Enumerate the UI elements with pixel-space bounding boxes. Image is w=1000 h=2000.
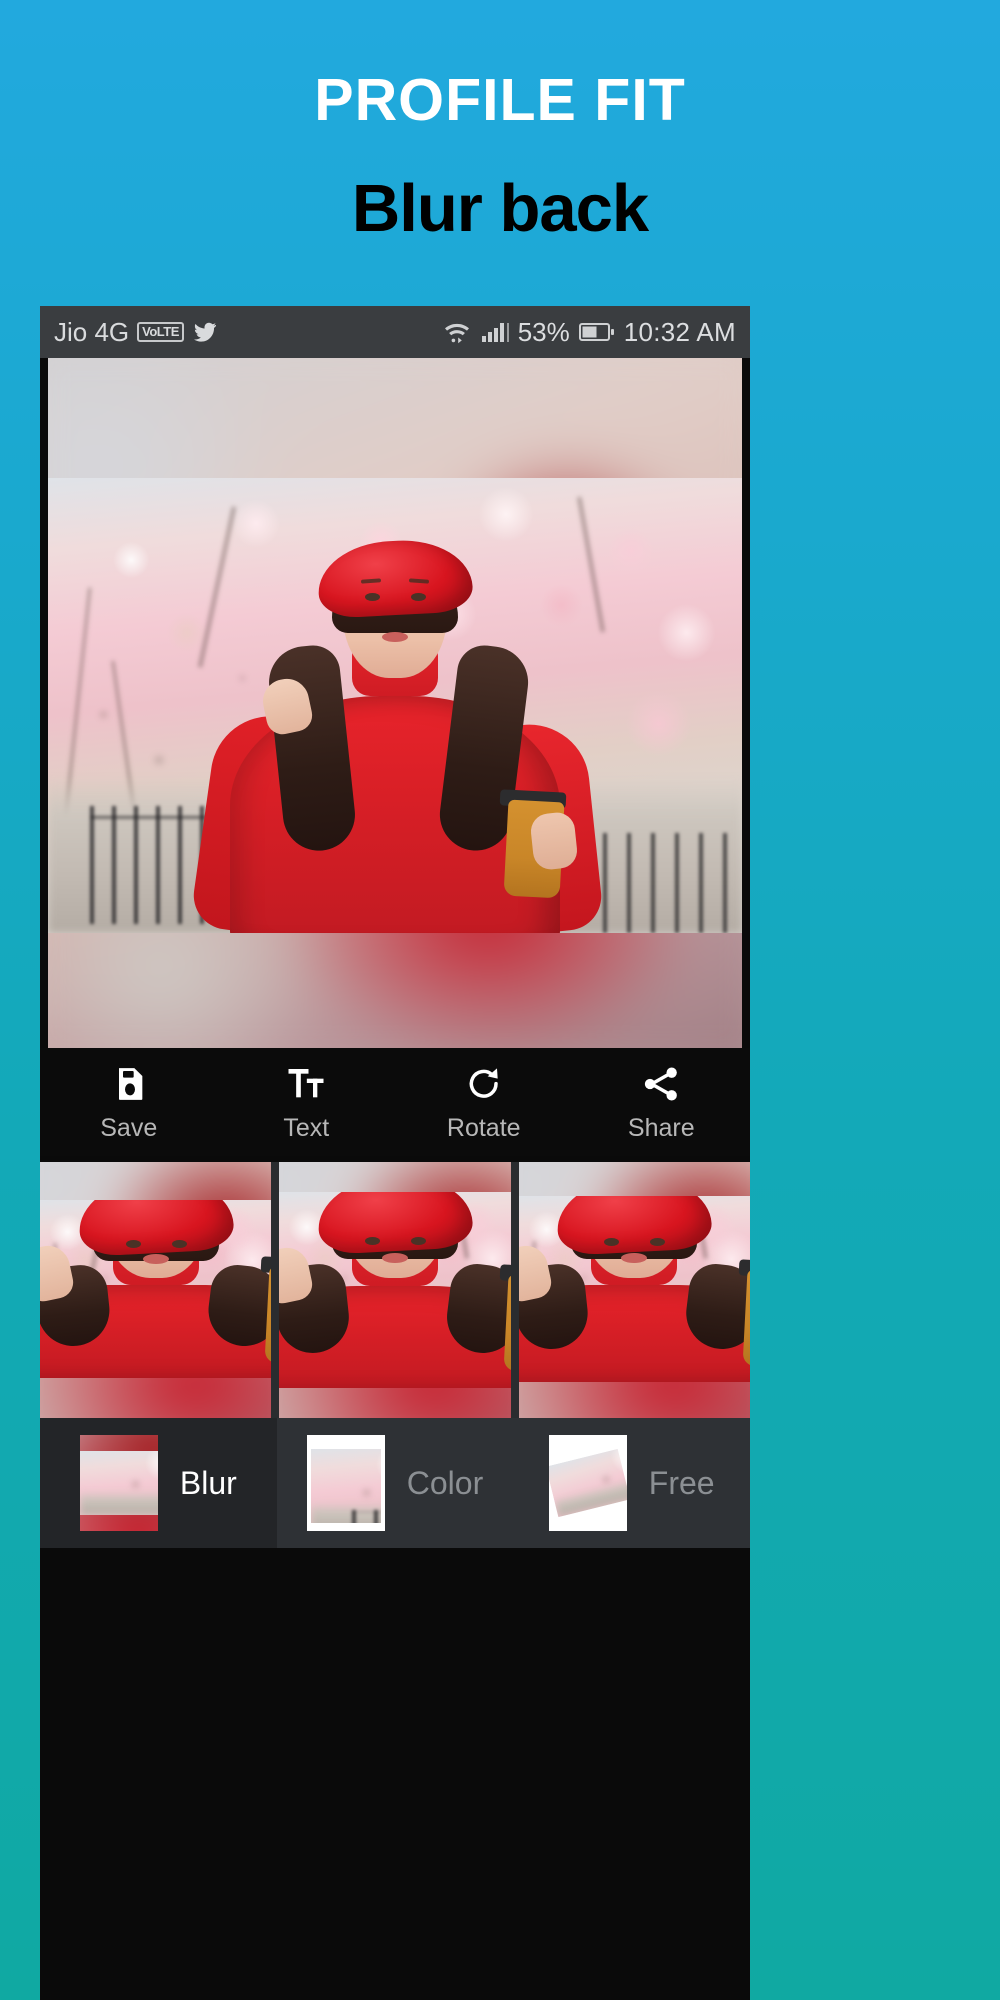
text-button[interactable]: Text (218, 1064, 396, 1141)
subject-figure (189, 478, 605, 933)
promo-screenshot: PROFILE FIT Blur back Jio 4G VoLTE 53% 1… (0, 0, 1000, 2000)
tab-blur-thumbnail (79, 1435, 158, 1531)
tab-free-thumbnail (548, 1435, 627, 1531)
wifi-icon (442, 320, 472, 344)
preview-thumb-1[interactable] (40, 1162, 272, 1418)
tab-color[interactable]: Color (277, 1418, 514, 1548)
preview-strip (40, 1162, 750, 1418)
share-button[interactable]: Share (573, 1064, 751, 1141)
tab-color-thumbnail (306, 1435, 385, 1531)
tab-color-label: Color (406, 1465, 484, 1501)
save-button[interactable]: Save (40, 1064, 218, 1141)
mode-tab-bar: Blur Color Free (40, 1418, 750, 1548)
main-photo[interactable] (48, 478, 742, 933)
tab-blur-label: Blur (179, 1465, 237, 1501)
share-label: Share (627, 1113, 695, 1142)
tab-free[interactable]: Free (513, 1418, 750, 1548)
phone-screen: Jio 4G VoLTE 53% 10:32 AM Save Text Rota… (40, 306, 750, 2000)
share-nodes-icon (641, 1064, 681, 1104)
save-label: Save (100, 1113, 158, 1142)
status-bar: Jio 4G VoLTE 53% 10:32 AM (40, 306, 750, 358)
battery-icon (578, 322, 615, 342)
tab-free-label: Free (648, 1465, 715, 1501)
carrier-label: Jio 4G (54, 316, 130, 347)
clock-label: 10:32 AM (623, 316, 736, 347)
rotate-button[interactable]: Rotate (395, 1064, 573, 1141)
battery-percent-label: 53% (517, 316, 570, 347)
page-subtitle: Blur back (351, 171, 649, 246)
signal-bars-icon (481, 320, 509, 344)
preview-thumb-3[interactable] (518, 1162, 750, 1418)
tab-blur[interactable]: Blur (40, 1418, 277, 1548)
editor-canvas[interactable] (48, 358, 742, 1048)
rotate-clockwise-icon (464, 1064, 504, 1104)
text-label: Text (283, 1113, 330, 1142)
preview-thumb-2[interactable] (279, 1162, 511, 1418)
text-format-icon (286, 1064, 326, 1104)
page-title: PROFILE FIT (314, 67, 686, 133)
rotate-label: Rotate (446, 1113, 521, 1142)
save-floppy-icon (109, 1064, 149, 1104)
status-bar-right: 53% 10:32 AM (442, 317, 736, 348)
twitter-icon (192, 320, 218, 344)
status-bar-left: Jio 4G VoLTE (54, 317, 218, 348)
editor-toolbar: Save Text Rotate Share (40, 1048, 750, 1156)
volte-badge: VoLTE (137, 322, 184, 342)
